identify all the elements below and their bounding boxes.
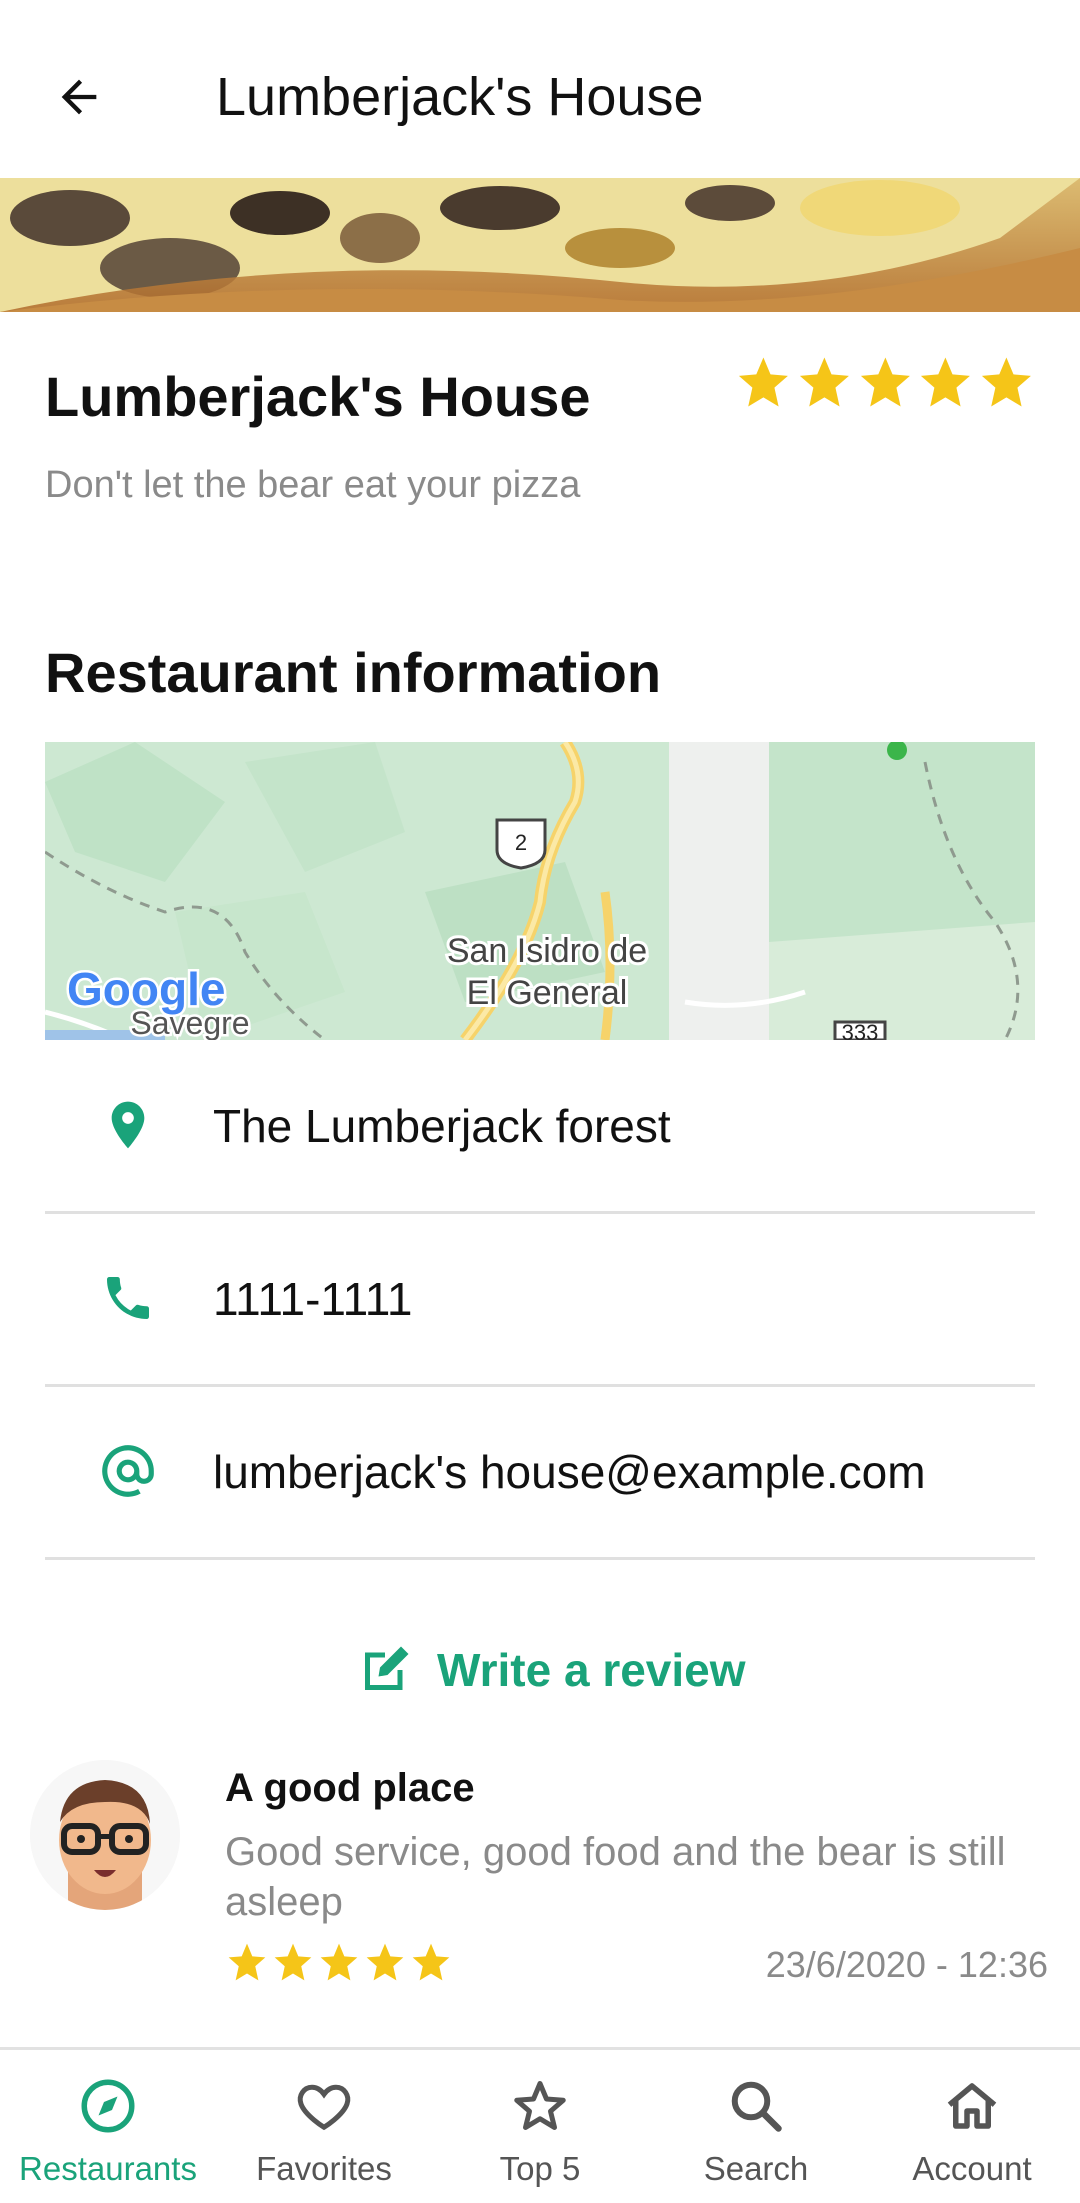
star-icon <box>860 357 910 407</box>
star-icon <box>982 357 1032 407</box>
phone-row[interactable]: 1111-1111 <box>45 1213 1035 1387</box>
restaurant-slogan: Don't let the bear eat your pizza <box>45 464 581 506</box>
section-title: Restaurant information <box>45 641 662 704</box>
compass-icon <box>81 2079 135 2133</box>
nav-item-search[interactable]: Search <box>648 2050 864 2203</box>
avatar <box>30 1760 180 1910</box>
map-route-2: 333 <box>842 1020 879 1040</box>
app-bar: Lumberjack's House <box>0 0 1080 178</box>
heart-icon <box>297 2084 351 2131</box>
nav-label: Favorites <box>256 2150 392 2187</box>
star-icon <box>366 1943 404 1981</box>
review-rating <box>225 1940 453 1984</box>
page-title: Lumberjack's House <box>216 67 704 127</box>
edit-icon <box>365 1646 409 1690</box>
bottom-navigation: Restaurants Favorites Top 5 Search Accou… <box>0 2047 1080 2203</box>
map-place: Savegre <box>130 1005 249 1040</box>
search-icon <box>731 2081 782 2132</box>
nav-label: Top 5 <box>499 2150 581 2187</box>
restaurant-photo <box>0 178 1080 312</box>
address-text: The Lumberjack forest <box>213 1100 671 1152</box>
star-icon <box>412 1943 450 1981</box>
map-route-1: 2 <box>515 830 527 855</box>
map-city: San Isidro de <box>447 932 647 970</box>
nav-item-restaurants[interactable]: Restaurants <box>0 2050 216 2203</box>
back-button[interactable] <box>44 62 114 132</box>
restaurant-name: Lumberjack's House <box>45 365 591 428</box>
phone-icon <box>107 1277 149 1319</box>
review-title: A good place <box>225 1766 475 1810</box>
write-review-label: Write a review <box>437 1644 746 1696</box>
nav-label: Account <box>912 2150 1032 2187</box>
email-row[interactable]: lumberjack's house@example.com <box>45 1386 1035 1560</box>
location-pin-icon <box>111 1101 145 1149</box>
arrow-back-icon <box>61 79 97 115</box>
write-review-button[interactable]: Write a review <box>355 1630 746 1710</box>
nav-item-top5[interactable]: Top 5 <box>432 2050 648 2203</box>
review-item: A good place Good service, good food and… <box>0 1750 1080 1990</box>
star-icon <box>274 1943 312 1981</box>
restaurant-rating <box>734 352 1036 422</box>
star-icon <box>921 357 971 407</box>
at-sign-icon <box>102 1445 154 1497</box>
star-icon <box>320 1943 358 1981</box>
star-icon <box>514 2081 566 2130</box>
nav-item-favorites[interactable]: Favorites <box>216 2050 432 2203</box>
nav-item-account[interactable]: Account <box>864 2050 1080 2203</box>
email-text: lumberjack's house@example.com <box>213 1446 926 1498</box>
address-row[interactable]: The Lumberjack forest <box>45 1040 1035 1214</box>
review-date: 23/6/2020 - 12:36 <box>765 1944 1048 1985</box>
nav-label: Search <box>703 2150 809 2187</box>
phone-text: 1111-1111 <box>213 1273 413 1325</box>
star-icon <box>738 357 788 407</box>
star-icon <box>228 1943 266 1981</box>
home-icon <box>947 2083 997 2129</box>
nav-label: Restaurants <box>19 2150 197 2187</box>
star-icon <box>799 357 849 407</box>
location-map[interactable]: 2 333 San Isidro de El General Google Sa… <box>45 742 1035 1040</box>
map-city-line2: El General <box>467 974 628 1012</box>
review-text: Good service, good food and the bear is … <box>225 1830 1006 1924</box>
